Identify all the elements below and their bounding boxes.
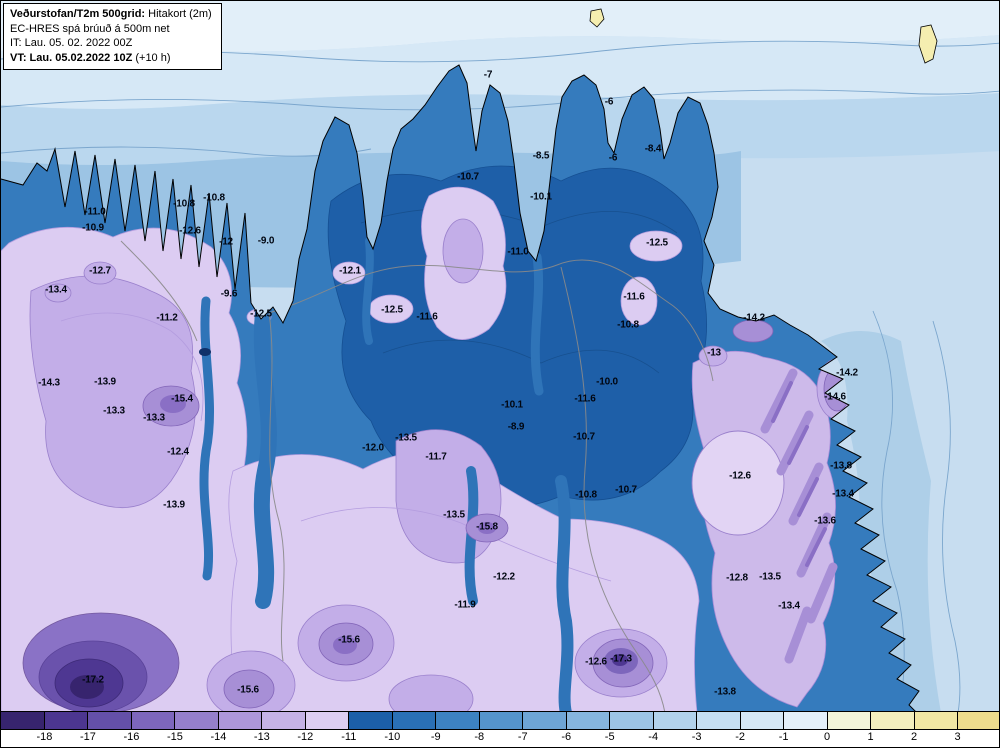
colorbar-cell	[784, 712, 828, 729]
colorbar-cell	[827, 712, 872, 729]
colorbar-cell	[653, 712, 698, 729]
colorbar-tick-label: -10	[384, 731, 401, 743]
colorbar-cell	[218, 712, 263, 729]
colorbar-tick-label: 0	[824, 731, 831, 743]
colorbar-tick-label: -12	[297, 731, 314, 743]
valley-channel	[199, 296, 214, 581]
colorbar-tick-label: -13	[253, 731, 270, 743]
lake	[199, 348, 211, 356]
colorbar-tick-label: -3	[691, 731, 702, 743]
colorbar-cell	[131, 712, 176, 729]
colorbar-tick-label: -5	[604, 731, 615, 743]
title-box: Veðurstofan/T2m 500grid: Hitakort (2m) E…	[3, 3, 222, 71]
colorbar-cell	[88, 712, 132, 729]
purple-core	[160, 395, 186, 413]
colorbar-tick-label: -14	[210, 731, 227, 743]
colorbar-cell	[523, 712, 567, 729]
purple-core	[478, 522, 496, 534]
colorbar-cell	[871, 712, 915, 729]
temperature-colorbar: -18 -17 -16 -15 -14 -13 -12 -11 -10 -9 -8 -7 -6 -5 -4-…	[1, 711, 999, 747]
colorbar-tick-label: 2	[910, 731, 918, 743]
valley-channel	[555, 475, 574, 713]
colorbar-cell	[697, 712, 741, 729]
purple-core	[732, 319, 774, 343]
title-line: Veðurstofan/T2m 500grid: Hitakort (2m)	[10, 7, 212, 22]
colorbar-tick-label: -7	[517, 731, 528, 743]
colorbar-ticks: -18 -17 -16 -15 -14 -13 -12 -11 -10 -9 -8 -7 -6 -5 -4-…	[1, 730, 999, 747]
highland-medium-patch	[83, 261, 117, 285]
highland-patch	[629, 230, 683, 262]
colorbar-cell	[175, 712, 219, 729]
lead-time: (+10 h)	[132, 51, 171, 64]
highland-patch	[620, 276, 658, 326]
colorbar-cell	[436, 712, 480, 729]
colorbar-tick-label: -1	[778, 731, 789, 743]
purple-core	[223, 669, 275, 709]
colorbar-cell	[740, 712, 785, 729]
valid-time-line: VT: Lau. 05.02.2022 10Z (+10 h)	[10, 51, 212, 66]
colorbar-cell	[479, 712, 524, 729]
colorbar-cell	[392, 712, 437, 729]
colorbar-tick-label: -8	[474, 731, 485, 743]
colorbar-tick-label: -15	[166, 731, 183, 743]
highland-oval-east	[691, 430, 785, 536]
colorbar-cell	[958, 712, 999, 729]
init-time-line: IT: Lau. 05. 02. 2022 00Z	[10, 37, 133, 50]
map-canvas	[1, 1, 999, 713]
colorbar-cell	[262, 712, 306, 729]
colorbar-tick-label: -4	[648, 731, 659, 743]
colorbar-tick-label: -16	[123, 731, 140, 743]
colorbar-cell	[44, 712, 89, 729]
weather-map-screen: -7 -6 -8.5 -6 -8.4 -10.7 -10.8 -10.8 -10.1 -11.0-…	[0, 0, 1000, 748]
highland-medium-patch	[442, 218, 484, 284]
colorbar-cell	[610, 712, 654, 729]
purple-core	[612, 654, 628, 666]
colorbar-tick-label: -2	[735, 731, 746, 743]
weather-map	[1, 1, 999, 713]
valley-channel	[530, 252, 544, 396]
colorbar-tick-label: -6	[561, 731, 572, 743]
colorbar-bar	[1, 712, 999, 730]
colorbar-tick-label: 3	[954, 731, 961, 743]
valley-channel	[253, 305, 277, 609]
colorbar-tick-label: 1	[867, 731, 874, 743]
colorbar-tick-label: -17	[80, 731, 96, 743]
colorbar-cell	[305, 712, 350, 729]
highland-patch	[368, 294, 414, 324]
colorbar-cell	[914, 712, 959, 729]
coldest-area-core	[70, 675, 104, 699]
colorbar-tick-label: -18	[36, 731, 53, 743]
model-title: Veðurstofan/T2m 500grid:	[10, 8, 146, 20]
valley-channel	[362, 237, 374, 345]
highland-medium-patch	[44, 283, 72, 303]
colorbar-cell	[349, 712, 393, 729]
purple-core	[333, 636, 357, 654]
colorbar-tick-label: -11	[341, 731, 357, 743]
colorbar-cell	[1, 712, 45, 729]
subtitle-line: EC-HRES spá brúuð á 500m net	[10, 22, 170, 35]
map-type: Hitakort (2m)	[145, 8, 212, 20]
valid-time: VT: Lau. 05.02.2022 10Z	[10, 51, 133, 64]
colorbar-tick-label: -9	[430, 731, 441, 743]
colorbar-cell	[566, 712, 611, 729]
